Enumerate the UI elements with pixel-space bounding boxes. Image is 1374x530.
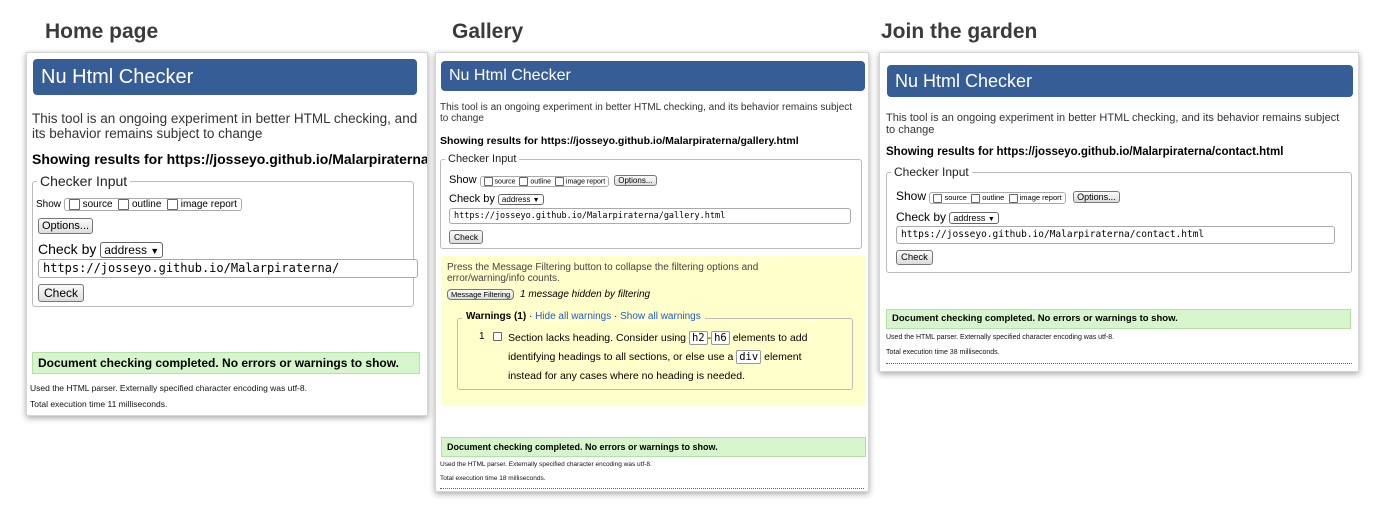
warning-text-1: Section lacks heading. Consider using [508,332,687,344]
outline-label: outline [982,193,1005,202]
image-report-label: image report [180,199,237,211]
execution-time: Total execution time 18 milliseconds. [440,475,546,482]
image-report-checkbox[interactable] [166,199,178,210]
results-heading: Showing results for https://josseyo.gith… [886,146,1284,158]
parser-info: Used the HTML parser. Externally specifi… [440,461,652,468]
check-by-label: Check by [449,193,495,205]
options-button[interactable]: Options... [38,218,94,234]
intro-text: This tool is an ongoing experiment in be… [440,102,853,124]
gallery-screenshot: Nu Html Checker This tool is an ongoing … [435,52,869,492]
home-screenshot: Nu Html Checker This tool is an ongoing … [26,52,428,416]
source-checkbox[interactable] [68,199,80,210]
join-screenshot: Nu Html Checker This tool is an ongoing … [879,52,1359,372]
code-h2: h2 [688,331,708,345]
checker-banner: Nu Html Checker [441,61,865,91]
url-input[interactable]: https://josseyo.github.io/Malarpiraterna… [38,259,418,278]
show-label: Show [36,199,62,211]
show-label: Show [449,174,477,186]
check-by-value: address [953,213,986,223]
source-label: source [944,193,967,202]
image-report-label: image report [1019,193,1062,202]
outline-label: outline [530,178,552,185]
filter-row: Message Filtering 1 message hidden by fi… [447,289,650,300]
url-input[interactable]: https://josseyo.github.io/Malarpiraterna… [449,208,851,224]
check-by-value: address [104,243,147,257]
parser-info: Used the HTML parser. Externally specifi… [886,334,1115,341]
success-banner: Document checking completed. No errors o… [32,352,420,374]
checker-banner: Nu Html Checker [887,65,1353,97]
check-by-label: Check by [896,210,947,224]
chevron-down-icon: ▼ [987,216,995,223]
warnings-box: Warnings (1) · Hide all warnings · Show … [457,311,853,390]
checker-input-fieldset: Checker Input [32,173,414,307]
message-checkbox[interactable] [493,332,502,341]
filter-instructions: Press the Message Filtering button to co… [447,262,759,284]
options-button[interactable]: Options... [1073,191,1120,203]
message-filtering-panel: Press the Message Filtering button to co… [441,256,865,406]
results-heading: Showing results for https://josseyo.gith… [32,151,428,167]
hide-all-warnings-link[interactable]: Hide all warnings [535,311,611,322]
intro-text: This tool is an ongoing experiment in be… [886,112,1340,136]
show-label: Show [896,189,927,203]
check-by-row: Check by address ▼ [449,193,544,205]
show-options-group: source outline image report [479,175,610,187]
show-options-group: source outline image report [929,192,1066,204]
check-button[interactable]: Check [896,250,933,265]
warnings-count: Warnings (1) [466,311,527,322]
parser-info: Used the HTML parser. Externally specifi… [30,383,308,393]
check-by-value: address [501,195,531,204]
url-input[interactable]: https://josseyo.github.io/Malarpiraterna… [896,226,1335,244]
check-by-select[interactable]: address ▼ [497,194,544,205]
success-banner: Document checking completed. No errors o… [441,437,866,457]
check-button[interactable]: Check [38,284,85,302]
check-by-select[interactable]: address ▼ [100,242,164,258]
check-button[interactable]: Check [449,230,484,244]
source-checkbox[interactable] [483,176,493,186]
show-all-warnings-link[interactable]: Show all warnings [620,311,701,322]
show-row: Show source outline image report Options… [896,189,1120,204]
message-number: 1 [479,331,485,342]
checker-input-legend: Checker Input [40,173,128,189]
home-heading: Home page [45,20,159,43]
source-label: source [494,178,516,185]
show-row: Show source outline image report Options… [449,174,657,187]
source-checkbox[interactable] [933,193,943,203]
hidden-messages-note: 1 message hidden by filtering [519,289,651,300]
outline-checkbox[interactable] [519,176,529,186]
results-heading: Showing results for https://josseyo.gith… [440,135,799,147]
execution-time: Total execution time 38 milliseconds. [886,349,1000,356]
outline-checkbox[interactable] [118,199,130,210]
check-by-select[interactable]: address ▼ [949,212,999,224]
image-report-checkbox[interactable] [554,176,564,186]
warnings-legend-row: Warnings (1) · Hide all warnings · Show … [462,311,705,322]
chevron-down-icon: ▼ [532,197,540,204]
image-report-label: image report [565,178,606,185]
bottom-divider [886,362,1352,364]
show-options-group: source outline image report [63,198,242,212]
outline-label: outline [131,199,162,211]
source-label: source [82,199,113,211]
execution-time: Total execution time 11 milliseconds. [30,399,168,409]
check-by-row: Check by address ▼ [38,241,164,258]
bottom-divider [440,487,864,489]
message-filtering-button[interactable]: Message Filtering [447,289,515,300]
options-button[interactable]: Options... [614,175,657,186]
gallery-heading: Gallery [452,20,524,43]
check-by-label: Check by [38,241,97,257]
show-row: Show source outline image report [36,198,242,212]
check-by-row: Check by address ▼ [896,210,999,224]
code-h6: h6 [711,331,730,345]
checker-banner: Nu Html Checker [33,59,417,95]
checker-input-legend: Checker Input [894,165,969,179]
checker-input-legend: Checker Input [448,153,517,165]
outline-checkbox[interactable] [971,193,981,203]
code-div: div [736,350,762,364]
warning-message: Section lacks heading. Consider using h2… [508,329,828,386]
success-banner: Document checking completed. No errors o… [886,309,1351,329]
join-heading: Join the garden [881,20,1038,43]
chevron-down-icon: ▼ [150,246,160,256]
intro-text: This tool is an ongoing experiment in be… [32,111,418,141]
image-report-checkbox[interactable] [1008,193,1018,203]
